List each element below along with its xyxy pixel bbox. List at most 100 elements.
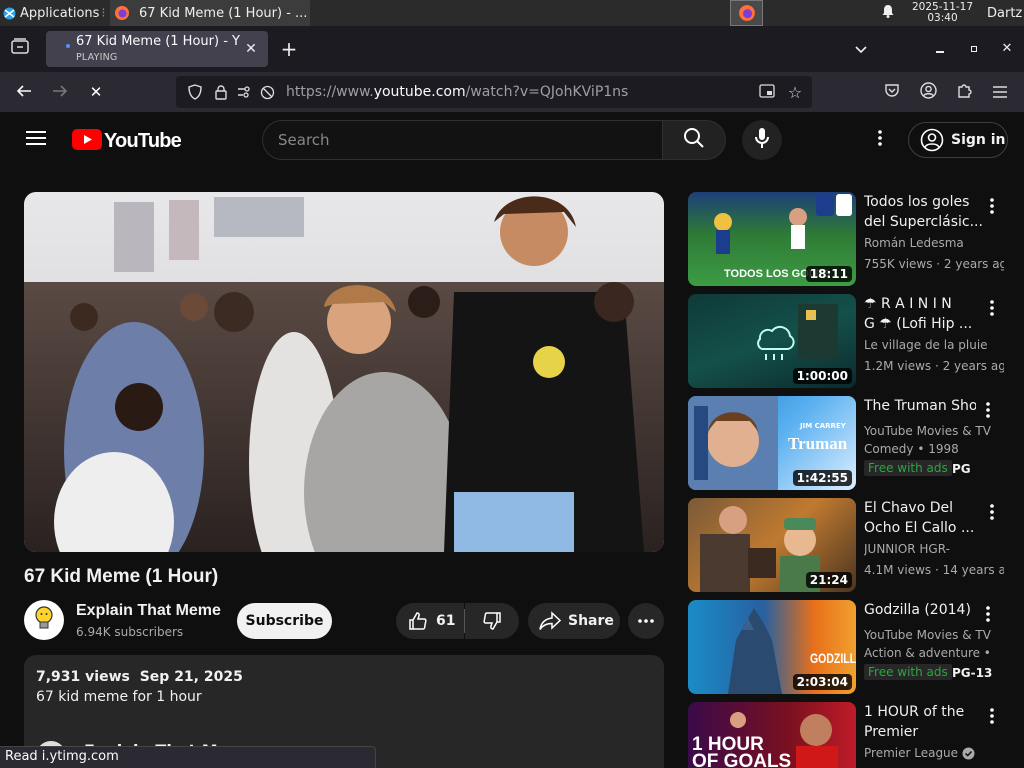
- subscribe-button[interactable]: Subscribe: [237, 603, 332, 639]
- video-player[interactable]: [24, 192, 664, 552]
- app-menu-button[interactable]: [990, 82, 1010, 102]
- view-count: 7,931 views: [36, 669, 130, 685]
- recommended-video-5[interactable]: GODZILLA 2:03:04 Godzilla (2014) YouTube…: [688, 600, 1024, 696]
- more-vertical-icon[interactable]: [982, 192, 1002, 220]
- channel-name: YouTube Movies & TV: [864, 424, 991, 438]
- account-button[interactable]: [918, 81, 938, 102]
- url-bar[interactable]: https://www.youtube.com/watch?v=QJohKViP…: [176, 76, 812, 108]
- channel-name: Román Ledesma: [864, 236, 964, 250]
- channel-name-text: Premier League: [864, 746, 959, 760]
- share-button[interactable]: Share: [528, 603, 620, 639]
- applications-label: Applications: [20, 5, 100, 21]
- more-vertical-icon[interactable]: [982, 498, 1002, 526]
- sign-in-label: Sign in: [951, 132, 1006, 148]
- verified-check-icon: [962, 747, 975, 760]
- video-title: Godzilla (2014): [864, 602, 971, 618]
- maximize-icon: [971, 46, 977, 52]
- recommended-video-1[interactable]: TODOS LOS GOLES 18:11 Todos los goles de…: [688, 192, 1024, 288]
- recommended-video-3[interactable]: JIM CARREY Truman 1:42:55 The Truman Sho…: [688, 396, 1024, 492]
- free-with-ads-label: Free with ads: [868, 665, 948, 679]
- url-text: https://www.youtube.com/watch?v=QJohKViP…: [286, 84, 628, 100]
- close-tab-icon[interactable]: ✕: [242, 40, 260, 58]
- channel-avatar[interactable]: [24, 600, 64, 640]
- video-meta: Action & adventure •: [864, 646, 991, 660]
- stop-loading-button[interactable]: ✕: [86, 82, 106, 102]
- close-icon: ✕: [1001, 40, 1013, 56]
- video-thumbnail[interactable]: 1:00:00: [688, 294, 856, 388]
- browser-toolbar: ✕ https://www.youtube.com/watch?v=QJohKV…: [0, 72, 1024, 112]
- shield-icon[interactable]: [186, 84, 204, 100]
- recommended-video-4[interactable]: 21:24 El Chavo Del Ocho El Callo ... JUN…: [688, 498, 1024, 594]
- channel-name: Le village de la pluie: [864, 338, 988, 352]
- video-thumbnail[interactable]: TODOS LOS GOLES 18:11: [688, 192, 856, 286]
- more-vertical-icon[interactable]: [982, 294, 1002, 322]
- tab-title: 67 Kid Meme (1 Hour) - Y: [76, 34, 240, 49]
- notifications-button[interactable]: [880, 0, 896, 26]
- more-actions-button[interactable]: [628, 603, 664, 639]
- account-circle-icon: [920, 128, 944, 152]
- window-title: 67 Kid Meme (1 Hour) - ...: [139, 5, 308, 21]
- permissions-icon[interactable]: [236, 86, 254, 98]
- youtube-page: YouTube Search Sign in 67 Kid Meme (1 Ho…: [0, 112, 1024, 768]
- rating-badge: PG-13: [952, 666, 993, 680]
- channel-name: JUNNIOR HGR-: [864, 542, 950, 556]
- extensions-button[interactable]: [954, 82, 974, 102]
- video-title: 67 Kid Meme (1 Hour): [24, 566, 219, 587]
- firefox-view-button[interactable]: [10, 38, 30, 58]
- more-horizontal-icon: [638, 619, 654, 623]
- browser-status-panel: Read i.ytimg.com: [0, 746, 376, 768]
- dislike-button[interactable]: [465, 603, 519, 639]
- more-vertical-icon[interactable]: [982, 702, 1002, 730]
- autoplay-blocked-icon[interactable]: [258, 85, 276, 100]
- clock[interactable]: 2025-11-17 03:40: [912, 0, 973, 26]
- applications-menu[interactable]: Applications ⁝: [2, 0, 106, 26]
- youtube-logo[interactable]: YouTube: [72, 128, 182, 153]
- recommended-video-6[interactable]: 1 HOUR OF GOALS 1 HOUR of the Premier Le…: [688, 702, 1024, 768]
- channel-name[interactable]: Explain That Meme: [76, 602, 221, 620]
- search-input[interactable]: Search: [262, 120, 664, 160]
- voice-search-button[interactable]: [742, 120, 782, 160]
- settings-more-button[interactable]: [870, 130, 890, 150]
- pocket-button[interactable]: [882, 82, 902, 102]
- video-thumbnail[interactable]: JIM CARREY Truman 1:42:55: [688, 396, 856, 490]
- video-duration: 1:00:00: [792, 368, 852, 384]
- browser-tab-strip: 67 Kid Meme (1 Hour) - Y PLAYING ✕ + ✕: [0, 26, 1024, 72]
- clock-time: 03:40: [927, 12, 958, 24]
- user-menu[interactable]: Dartz: [987, 0, 1022, 26]
- search-button[interactable]: [662, 120, 726, 160]
- recommended-video-2[interactable]: 1:00:00 ☂ R A I N I N G ☂ (Lofi Hip ... …: [688, 294, 1024, 390]
- bookmark-star-icon[interactable]: ☆: [786, 83, 804, 102]
- like-button[interactable]: 61: [396, 603, 464, 639]
- lock-icon[interactable]: [212, 84, 230, 100]
- maximize-button[interactable]: [966, 40, 982, 58]
- video-duration: 18:11: [805, 266, 852, 282]
- user-name: Dartz: [987, 5, 1023, 21]
- share-icon: [539, 611, 561, 631]
- taskbar-window-button[interactable]: 67 Kid Meme (1 Hour) - ...: [110, 0, 310, 26]
- microphone-icon: [754, 127, 770, 153]
- sign-in-button[interactable]: Sign in: [908, 122, 1008, 158]
- guide-menu-button[interactable]: [24, 130, 48, 150]
- more-vertical-icon: [878, 130, 882, 150]
- minimize-button[interactable]: [932, 40, 948, 58]
- list-all-tabs-button[interactable]: [852, 40, 870, 58]
- video-thumbnail[interactable]: GODZILLA 2:03:04: [688, 600, 856, 694]
- close-window-button[interactable]: ✕: [998, 39, 1016, 57]
- thumbnail-caption: Truman: [788, 434, 848, 453]
- rating-badge: PG: [952, 462, 971, 476]
- picture-in-picture-icon[interactable]: [758, 84, 776, 98]
- hamburger-menu-icon: [993, 83, 1007, 102]
- tab-youtube[interactable]: 67 Kid Meme (1 Hour) - Y PLAYING ✕: [46, 31, 268, 67]
- video-thumbnail[interactable]: 21:24: [688, 498, 856, 592]
- new-tab-button[interactable]: +: [278, 37, 300, 61]
- more-vertical-icon[interactable]: [978, 600, 998, 628]
- video-thumbnail[interactable]: 1 HOUR OF GOALS: [688, 702, 856, 768]
- free-with-ads-label: Free with ads: [868, 461, 948, 475]
- back-button[interactable]: [14, 82, 34, 102]
- more-vertical-icon[interactable]: [978, 396, 998, 424]
- firefox-icon: [114, 5, 130, 21]
- forward-button[interactable]: [50, 82, 70, 102]
- firefox-view-icon: [11, 38, 29, 58]
- firefox-launcher[interactable]: [730, 0, 763, 26]
- thumbnail-caption-small: JIM CARREY: [800, 422, 846, 430]
